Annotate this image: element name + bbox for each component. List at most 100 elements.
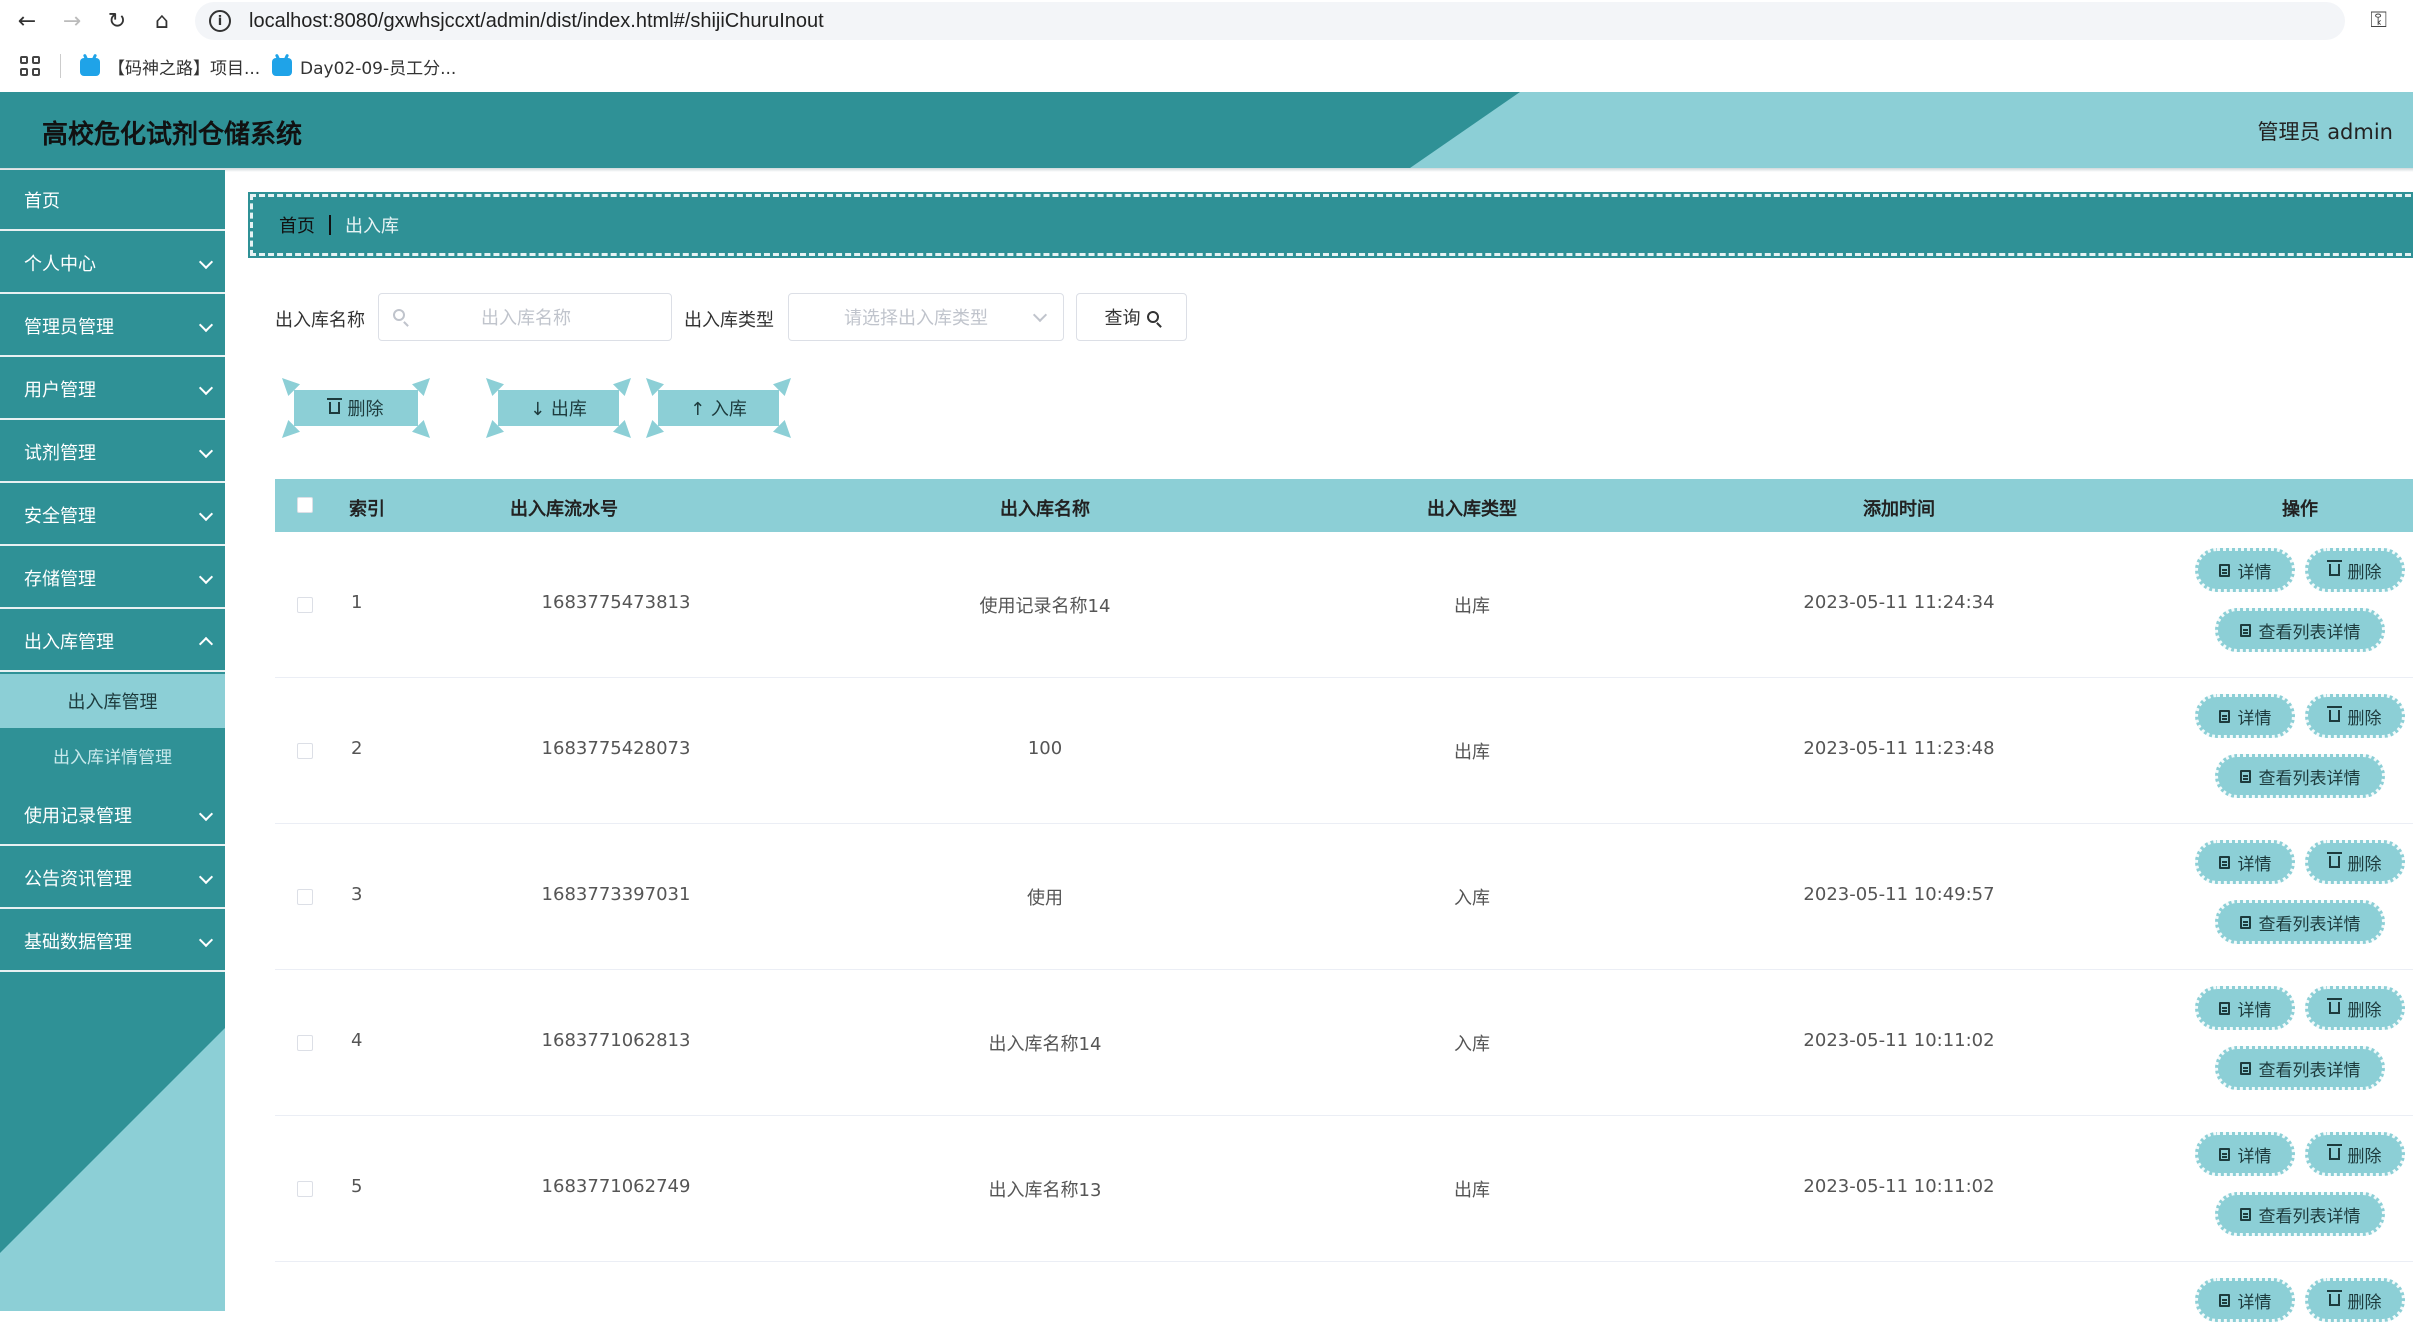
cell-type: 出库 — [1454, 1180, 1490, 1201]
delete-button-label: 删除 — [2347, 1292, 2382, 1313]
delete-button[interactable]: 删除 — [2305, 1132, 2405, 1176]
trash-icon — [2326, 706, 2342, 722]
column-header-type: 出入库类型 — [1427, 499, 1517, 520]
type-filter-select[interactable]: 请选择出入库类型 — [788, 293, 1064, 341]
sidebar-item-usage-record-management[interactable]: 使用记录管理 — [0, 785, 225, 846]
type-filter-placeholder: 请选择出入库类型 — [844, 308, 988, 329]
chevron-down-icon — [198, 569, 214, 585]
detail-button[interactable]: 详情 — [2195, 548, 2295, 592]
sidebar-item-reagent-management[interactable]: 试剂管理 — [0, 422, 225, 483]
sidebar-item-inout-management[interactable]: 出入库管理 — [0, 611, 225, 672]
document-icon — [2239, 769, 2251, 783]
sidebar-item-user-management[interactable]: 用户管理 — [0, 359, 225, 420]
detail-button-label: 详情 — [2237, 854, 2272, 875]
home-icon[interactable]: ⌂ — [147, 6, 177, 36]
row-checkbox[interactable] — [297, 1181, 313, 1197]
cell-name: 使用 — [1027, 888, 1063, 909]
detail-button[interactable]: 详情 — [2195, 1278, 2295, 1322]
list-detail-button-label: 查看列表详情 — [2258, 914, 2361, 935]
sidebar-item-announcement-management[interactable]: 公告资讯管理 — [0, 848, 225, 909]
forward-icon[interactable]: → — [57, 6, 87, 36]
detail-button[interactable]: 详情 — [2195, 1132, 2295, 1176]
row-checkbox[interactable] — [297, 597, 313, 613]
search-icon — [1146, 311, 1159, 323]
sidebar-item-label: 个人中心 — [24, 253, 96, 275]
cell-type: 入库 — [1454, 888, 1490, 909]
search-icon — [393, 309, 405, 321]
sidebar-item-label: 出入库管理 — [24, 631, 114, 653]
delete-button[interactable]: 删除 — [2305, 986, 2405, 1030]
password-key-icon[interactable]: ⚿ — [2370, 8, 2387, 33]
chevron-up-icon — [198, 636, 214, 652]
list-detail-button[interactable]: 查看列表详情 — [2215, 1046, 2385, 1090]
sidebar-subitem-inout-management[interactable]: 出入库管理 — [0, 674, 225, 728]
batch-delete-label: 删除 — [347, 399, 384, 420]
bookmark-item[interactable]: 【码神之路】项目... — [80, 54, 260, 79]
name-filter-input[interactable] — [419, 304, 613, 332]
delete-button[interactable]: 删除 — [2305, 548, 2405, 592]
stock-in-label: ↑ 入库 — [690, 399, 747, 420]
chevron-down-icon — [198, 443, 214, 459]
stock-in-button[interactable]: ↑ 入库 — [646, 378, 791, 438]
column-header-serial: 出入库流水号 — [510, 499, 618, 520]
row-checkbox[interactable] — [297, 743, 313, 759]
name-filter-field[interactable] — [378, 293, 672, 341]
cell-name: 出入库名称13 — [988, 1180, 1102, 1201]
table-row: 2 1683775428073 100 出库 2023-05-11 11:23:… — [275, 678, 2413, 824]
reload-icon[interactable]: ↻ — [102, 6, 132, 36]
cell-index: 2 — [351, 738, 363, 759]
delete-button[interactable]: 删除 — [2305, 1278, 2405, 1322]
sidebar-item-home[interactable]: 首页 — [0, 170, 225, 231]
delete-button-label: 删除 — [2347, 1000, 2382, 1021]
table-row: 1 1683775473813 使用记录名称14 出库 2023-05-11 1… — [275, 532, 2413, 678]
sidebar-item-admin-management[interactable]: 管理员管理 — [0, 296, 225, 357]
delete-button[interactable]: 删除 — [2305, 694, 2405, 738]
list-detail-button[interactable]: 查看列表详情 — [2215, 754, 2385, 798]
detail-button-label: 详情 — [2237, 1146, 2272, 1167]
cell-time: 2023-05-11 10:11:02 — [1803, 1176, 1995, 1197]
sidebar-subitem-inout-detail-management[interactable]: 出入库详情管理 — [0, 728, 225, 782]
row-checkbox[interactable] — [297, 1035, 313, 1051]
query-button[interactable]: 查询 — [1076, 293, 1187, 341]
table-row: 4 1683771062813 出入库名称14 入库 2023-05-11 10… — [275, 970, 2413, 1116]
bookmark-item[interactable]: Day02-09-员工分... — [272, 54, 456, 79]
sidebar-subitem-label: 出入库管理 — [67, 692, 158, 713]
stock-out-button[interactable]: ↓ 出库 — [486, 378, 631, 438]
bilibili-icon — [80, 57, 100, 76]
list-detail-button-label: 查看列表详情 — [2258, 622, 2361, 643]
sidebar-item-basic-data-management[interactable]: 基础数据管理 — [0, 911, 225, 972]
list-detail-button[interactable]: 查看列表详情 — [2215, 1192, 2385, 1236]
detail-button[interactable]: 详情 — [2195, 986, 2295, 1030]
document-icon — [2239, 1207, 2251, 1221]
site-info-icon[interactable]: i — [209, 10, 231, 32]
apps-grid-icon[interactable] — [20, 56, 40, 76]
delete-button[interactable]: 删除 — [2305, 840, 2405, 884]
app-header: 高校危化试剂仓储系统 管理员 admin — [0, 92, 2413, 168]
list-detail-button[interactable]: 查看列表详情 — [2215, 608, 2385, 652]
list-detail-button[interactable]: 查看列表详情 — [2215, 900, 2385, 944]
cell-index: 4 — [351, 1030, 363, 1051]
chevron-down-icon — [1032, 307, 1048, 323]
document-icon — [2218, 1293, 2230, 1307]
table-row: 3 1683773397031 使用 入库 2023-05-11 10:49:5… — [275, 824, 2413, 970]
detail-button[interactable]: 详情 — [2195, 694, 2295, 738]
cell-time: 2023-05-11 11:23:48 — [1803, 738, 1995, 759]
table-header: 索引 出入库流水号 出入库名称 出入库类型 添加时间 操作 — [275, 479, 2413, 532]
row-checkbox[interactable] — [297, 889, 313, 905]
batch-delete-button[interactable]: 删除 — [282, 378, 430, 438]
delete-button-label: 删除 — [2347, 708, 2382, 729]
cell-type: 入库 — [1454, 1034, 1490, 1055]
back-icon[interactable]: ← — [12, 6, 42, 36]
chevron-down-icon — [198, 254, 214, 270]
sidebar-item-safety-management[interactable]: 安全管理 — [0, 485, 225, 546]
select-all-checkbox[interactable] — [297, 497, 313, 513]
sidebar-subitem-label: 出入库详情管理 — [53, 747, 172, 768]
sidebar-item-storage-management[interactable]: 存储管理 — [0, 548, 225, 609]
sidebar-item-label: 基础数据管理 — [24, 931, 132, 953]
detail-button[interactable]: 详情 — [2195, 840, 2295, 884]
sidebar-item-personal-center[interactable]: 个人中心 — [0, 233, 225, 294]
cell-index: 1 — [351, 592, 363, 613]
trash-icon — [2326, 560, 2342, 576]
address-bar[interactable]: i localhost:8080/gxwhsjccxt/admin/dist/i… — [195, 2, 2345, 40]
breadcrumb-home[interactable]: 首页 — [279, 212, 315, 238]
